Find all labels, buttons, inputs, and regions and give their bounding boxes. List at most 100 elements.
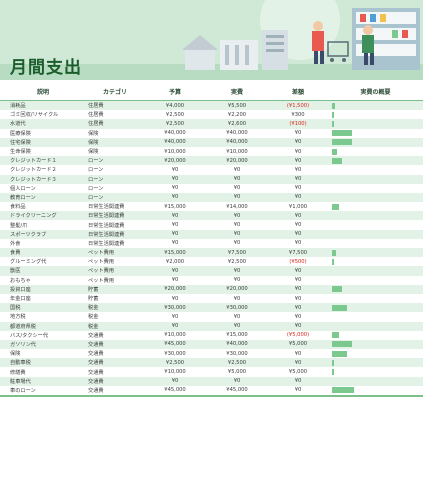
cell-category[interactable]: 日常生活関連費: [86, 220, 144, 230]
cell-actual[interactable]: ¥0: [206, 275, 268, 285]
cell-category[interactable]: 保険: [86, 128, 144, 138]
cell-description[interactable]: 外食: [0, 238, 86, 248]
cell-description[interactable]: 個人ローン: [0, 183, 86, 193]
cell-difference[interactable]: ¥0: [268, 385, 328, 395]
cell-actual-overview[interactable]: [328, 266, 423, 276]
cell-actual[interactable]: ¥30,000: [206, 303, 268, 313]
cell-difference[interactable]: ¥0: [268, 303, 328, 313]
cell-budget[interactable]: ¥0: [144, 321, 206, 331]
cell-actual[interactable]: ¥0: [206, 192, 268, 203]
cell-actual[interactable]: ¥0: [206, 321, 268, 331]
cell-category[interactable]: 交通費: [86, 358, 144, 368]
cell-actual-overview[interactable]: [328, 183, 423, 193]
cell-category[interactable]: ローン: [86, 183, 144, 193]
cell-actual-overview[interactable]: [328, 220, 423, 230]
cell-actual-overview[interactable]: [328, 146, 423, 157]
cell-actual[interactable]: ¥0: [206, 183, 268, 193]
cell-difference[interactable]: ¥7,500: [268, 248, 328, 258]
cell-actual[interactable]: ¥5,500: [206, 100, 268, 111]
cell-difference[interactable]: ¥0: [268, 128, 328, 138]
cell-description[interactable]: 車のローン: [0, 385, 86, 395]
cell-difference[interactable]: ¥300: [268, 110, 328, 120]
cell-description[interactable]: 都道府県税: [0, 321, 86, 331]
cell-budget[interactable]: ¥0: [144, 266, 206, 276]
cell-actual[interactable]: ¥0: [206, 238, 268, 248]
cell-category[interactable]: 交通費: [86, 349, 144, 359]
column-header-difference[interactable]: 差額: [268, 82, 328, 101]
cell-description[interactable]: 駐車場代: [0, 376, 86, 386]
cell-budget[interactable]: ¥2,500: [144, 110, 206, 120]
cell-category[interactable]: 貯蓄: [86, 284, 144, 294]
cell-difference[interactable]: ¥0: [268, 220, 328, 230]
cell-actual-overview[interactable]: [328, 330, 423, 340]
cell-actual[interactable]: ¥0: [206, 165, 268, 175]
cell-difference[interactable]: ¥5,000: [268, 367, 328, 377]
cell-actual[interactable]: ¥10,000: [206, 146, 268, 157]
cell-budget[interactable]: ¥0: [144, 229, 206, 239]
cell-difference[interactable]: ¥0: [268, 349, 328, 359]
cell-category[interactable]: ローン: [86, 165, 144, 175]
cell-category[interactable]: 税金: [86, 321, 144, 331]
cell-difference[interactable]: ¥0: [268, 266, 328, 276]
cell-budget[interactable]: ¥0: [144, 238, 206, 248]
cell-description[interactable]: 医療保険: [0, 128, 86, 138]
cell-budget[interactable]: ¥10,000: [144, 330, 206, 340]
cell-difference[interactable]: ¥0: [268, 174, 328, 184]
cell-budget[interactable]: ¥2,000: [144, 257, 206, 267]
cell-actual[interactable]: ¥5,000: [206, 367, 268, 377]
cell-actual[interactable]: ¥20,000: [206, 156, 268, 166]
cell-description[interactable]: 国税: [0, 303, 86, 313]
cell-difference[interactable]: ¥0: [268, 192, 328, 203]
cell-difference[interactable]: ¥0: [268, 275, 328, 285]
cell-actual-overview[interactable]: [328, 293, 423, 304]
cell-difference[interactable]: ¥0: [268, 165, 328, 175]
cell-actual-overview[interactable]: [328, 349, 423, 359]
cell-actual[interactable]: ¥15,000: [206, 330, 268, 340]
cell-difference[interactable]: ¥5,000: [268, 339, 328, 350]
cell-budget[interactable]: ¥0: [144, 183, 206, 193]
cell-actual-overview[interactable]: [328, 229, 423, 239]
cell-actual[interactable]: ¥2,500: [206, 257, 268, 267]
cell-actual-overview[interactable]: [328, 211, 423, 221]
cell-budget[interactable]: ¥45,000: [144, 339, 206, 350]
cell-budget[interactable]: ¥0: [144, 165, 206, 175]
cell-description[interactable]: クレジットカード３: [0, 174, 86, 184]
cell-description[interactable]: ガソリン代: [0, 339, 86, 350]
cell-budget[interactable]: ¥0: [144, 211, 206, 221]
cell-actual-overview[interactable]: [328, 202, 423, 212]
cell-actual[interactable]: ¥0: [206, 174, 268, 184]
cell-difference[interactable]: ¥0: [268, 238, 328, 248]
column-header-actual[interactable]: 実費: [206, 82, 268, 101]
cell-budget[interactable]: ¥0: [144, 220, 206, 230]
cell-category[interactable]: 交通費: [86, 376, 144, 386]
cell-difference[interactable]: ¥0: [268, 376, 328, 386]
cell-actual-overview[interactable]: [328, 367, 423, 377]
cell-category[interactable]: ペット費用: [86, 266, 144, 276]
cell-actual[interactable]: ¥7,500: [206, 248, 268, 258]
column-header-budget[interactable]: 予算: [144, 82, 206, 101]
cell-budget[interactable]: ¥15,000: [144, 202, 206, 212]
cell-category[interactable]: ローン: [86, 156, 144, 166]
cell-actual[interactable]: ¥40,000: [206, 339, 268, 350]
cell-difference[interactable]: ¥0: [268, 229, 328, 239]
cell-budget[interactable]: ¥40,000: [144, 137, 206, 147]
cell-difference[interactable]: ¥0: [268, 284, 328, 294]
cell-actual[interactable]: ¥20,000: [206, 284, 268, 294]
column-header-description[interactable]: 説明: [0, 82, 86, 101]
cell-actual[interactable]: ¥0: [206, 376, 268, 386]
cell-actual[interactable]: ¥0: [206, 229, 268, 239]
cell-actual-overview[interactable]: [328, 303, 423, 313]
cell-description[interactable]: 食費: [0, 248, 86, 258]
cell-description[interactable]: 水道代: [0, 119, 86, 129]
cell-budget[interactable]: ¥20,000: [144, 156, 206, 166]
cell-description[interactable]: クレジットカード２: [0, 165, 86, 175]
cell-actual[interactable]: ¥40,000: [206, 137, 268, 147]
cell-difference[interactable]: ¥0: [268, 146, 328, 157]
cell-actual-overview[interactable]: [328, 128, 423, 138]
cell-actual-overview[interactable]: [328, 275, 423, 285]
cell-difference[interactable]: ¥0: [268, 293, 328, 304]
cell-actual-overview[interactable]: [328, 284, 423, 294]
cell-description[interactable]: クレジットカード１: [0, 156, 86, 166]
cell-description[interactable]: 食料品: [0, 202, 86, 212]
cell-description[interactable]: ドライクリーニング: [0, 211, 86, 221]
